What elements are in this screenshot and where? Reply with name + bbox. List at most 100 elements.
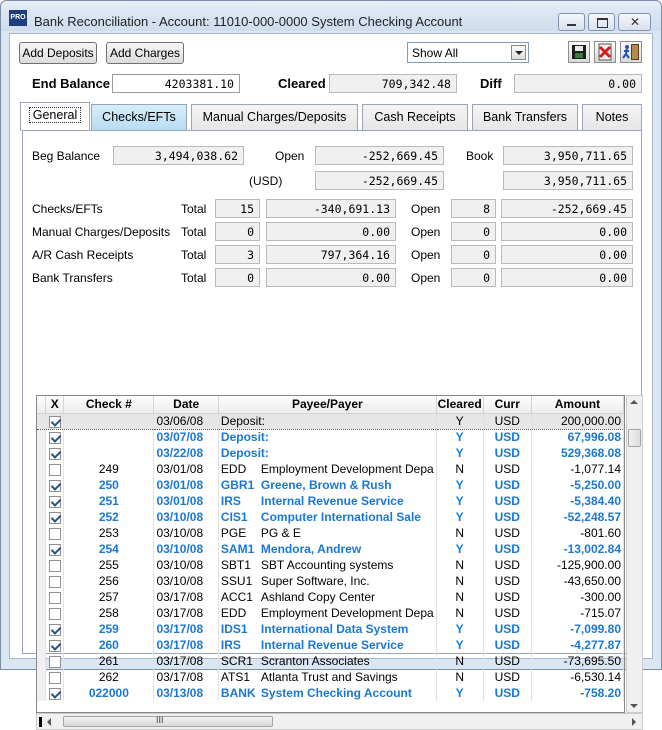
table-row[interactable]: 03/22/08 Deposit: Y USD 529,368.08	[37, 445, 624, 461]
add-charges-button[interactable]: Add Charges	[106, 42, 184, 64]
row-checkbox-cell[interactable]	[45, 637, 65, 653]
row-checkbox-cell[interactable]	[45, 509, 65, 525]
cleared-checkbox[interactable]	[48, 527, 61, 540]
tab-manual-charges-deposits[interactable]: Manual Charges/Deposits	[191, 104, 358, 130]
table-row[interactable]: 261 03/17/08 SCR1 Scranton Associates N USD -7…	[37, 653, 624, 669]
cleared-checkbox[interactable]	[48, 559, 61, 572]
row-checkbox-cell[interactable]	[45, 621, 65, 637]
row-checkbox-cell[interactable]	[45, 573, 65, 589]
cleared-checkbox[interactable]	[48, 687, 61, 700]
cleared-checkbox[interactable]	[48, 591, 61, 604]
table-row[interactable]: 249 03/01/08 EDD Employment Development Dep…	[37, 461, 624, 477]
table-row[interactable]: 255 03/10/08 SBT1 SBT Accounting systems N US…	[37, 557, 624, 573]
scroll-up-icon[interactable]	[630, 400, 638, 404]
row-checkbox-cell[interactable]	[45, 461, 65, 477]
close-window-button[interactable]	[618, 13, 651, 31]
row-checkbox-cell[interactable]	[45, 541, 65, 557]
horizontal-scrollbar[interactable]: III	[36, 713, 643, 730]
table-row[interactable]: 260 03/17/08 IRS Internal Revenue Service Y U…	[37, 637, 624, 653]
horizontal-scroll-thumb[interactable]: III	[63, 715, 273, 727]
column-header-check[interactable]: Check #	[63, 396, 155, 414]
cleared-checkbox[interactable]	[48, 671, 61, 684]
column-header-cleared[interactable]: Cleared	[436, 396, 484, 414]
cleared-checkbox[interactable]	[48, 623, 61, 636]
table-row[interactable]: 022000 03/13/08 BANK System Checking Accoun…	[37, 685, 624, 701]
payee-cell: Deposit:	[218, 445, 437, 461]
row-checkbox-cell[interactable]	[45, 669, 65, 685]
cleared-checkbox[interactable]	[48, 479, 61, 492]
tab-cash-receipts[interactable]: Cash Receipts	[362, 104, 468, 130]
save-button[interactable]	[568, 41, 590, 63]
cleared-checkbox[interactable]	[48, 511, 61, 524]
ar-open-count: 0	[451, 245, 496, 264]
row-checkbox-cell[interactable]	[45, 477, 65, 493]
exit-button[interactable]	[620, 41, 642, 63]
row-checkbox-cell[interactable]	[45, 445, 65, 461]
column-header-date[interactable]: Date	[153, 396, 219, 414]
tab-bank-transfers[interactable]: Bank Transfers	[472, 104, 578, 130]
row-checkbox-cell[interactable]	[45, 493, 65, 509]
checks-efts-label: Checks/EFTs	[32, 202, 103, 216]
table-row[interactable]: 254 03/10/08 SAM1 Mendora, Andrew Y USD -13,00…	[37, 541, 624, 557]
check-number-cell: 255	[63, 557, 155, 573]
table-row[interactable]: 03/06/08 Deposit: Y USD 200,000.00	[37, 412, 624, 430]
add-deposits-button[interactable]: Add Deposits	[19, 42, 97, 64]
tab-checks-efts[interactable]: Checks/EFTs	[91, 104, 187, 130]
tab-notes[interactable]: Notes	[582, 104, 642, 130]
column-header-curr[interactable]: Curr	[483, 396, 532, 414]
row-checkbox-cell[interactable]	[45, 429, 65, 445]
date-cell: 03/13/08	[153, 685, 219, 701]
table-row[interactable]: 03/07/08 Deposit: Y USD 67,996.08	[37, 429, 624, 445]
table-row[interactable]: 258 03/17/08 EDD Employment Development Dep…	[37, 605, 624, 621]
date-cell: 03/01/08	[153, 461, 219, 477]
end-balance-input[interactable]: 4203381.10	[112, 74, 240, 93]
table-row[interactable]: 253 03/10/08 PGE PG & E N USD -801.60	[37, 525, 624, 541]
currency-cell: USD	[483, 653, 532, 669]
row-checkbox-cell[interactable]	[45, 557, 65, 573]
table-row[interactable]: 262 03/17/08 ATS1 Atlanta Trust and Savings…	[37, 669, 624, 685]
column-header-payee[interactable]: Payee/Payer	[218, 396, 437, 414]
tab-general[interactable]: General	[20, 102, 90, 131]
table-row[interactable]: 251 03/01/08 IRS Internal Revenue Service Y U…	[37, 493, 624, 509]
row-checkbox-cell[interactable]	[45, 653, 65, 669]
filter-select[interactable]: Show All	[407, 42, 529, 63]
cancel-button[interactable]	[594, 41, 616, 63]
scroll-down-icon[interactable]	[630, 704, 638, 708]
title-bar[interactable]: PRO Bank Reconciliation - Account: 11010…	[1, 1, 661, 31]
cleared-checkbox[interactable]	[48, 415, 61, 428]
vertical-scrollbar[interactable]	[626, 395, 643, 713]
table-row[interactable]: 257 03/17/08 ACC1 Ashland Copy Center N USD -3…	[37, 589, 624, 605]
column-header-amount[interactable]: Amount	[531, 396, 624, 414]
cleared-checkbox[interactable]	[48, 607, 61, 620]
table-row[interactable]: 259 03/17/08 IDS1 International Data System…	[37, 621, 624, 637]
cleared-checkbox[interactable]	[48, 495, 61, 508]
row-header	[37, 541, 47, 557]
cleared-checkbox[interactable]	[48, 655, 61, 668]
table-row[interactable]: 256 03/10/08 SSU1 Super Software, Inc. N USD -…	[37, 573, 624, 589]
payee-name: Internal Revenue Service	[260, 638, 404, 652]
row-checkbox-cell[interactable]	[45, 525, 65, 541]
row-checkbox-cell[interactable]	[45, 589, 65, 605]
row-checkbox-cell[interactable]	[45, 605, 65, 621]
minimize-button[interactable]	[558, 13, 585, 31]
cleared-checkbox[interactable]	[48, 447, 61, 460]
cleared-checkbox[interactable]	[48, 432, 61, 445]
table-row[interactable]: 252 03/10/08 CIS1 Computer International Sa…	[37, 509, 624, 525]
cleared-checkbox[interactable]	[48, 575, 61, 588]
table-row[interactable]: 250 03/01/08 GBR1 Greene, Brown & Rush Y USD -…	[37, 477, 624, 493]
maximize-button[interactable]	[588, 13, 615, 31]
chevron-down-icon[interactable]	[511, 45, 526, 60]
payee-name: SBT Accounting systems	[260, 558, 394, 572]
grid-body: 03/06/08 Deposit: Y USD 200,000.00 03/07/08 De…	[37, 412, 624, 701]
cleared-checkbox[interactable]	[48, 639, 61, 652]
scroll-right-icon[interactable]	[632, 718, 636, 726]
transactions-grid[interactable]: X Check # Date Payee/Payer Cleared Curr …	[36, 395, 625, 713]
row-checkbox-cell[interactable]	[45, 412, 65, 430]
cleared-checkbox[interactable]	[48, 543, 61, 556]
row-checkbox-cell[interactable]	[45, 685, 65, 701]
cleared-checkbox[interactable]	[48, 463, 61, 476]
cleared-cell: N	[436, 605, 484, 621]
scroll-left-icon[interactable]	[47, 718, 51, 726]
column-header-x[interactable]: X	[45, 396, 65, 414]
vertical-scroll-thumb[interactable]	[628, 429, 641, 447]
